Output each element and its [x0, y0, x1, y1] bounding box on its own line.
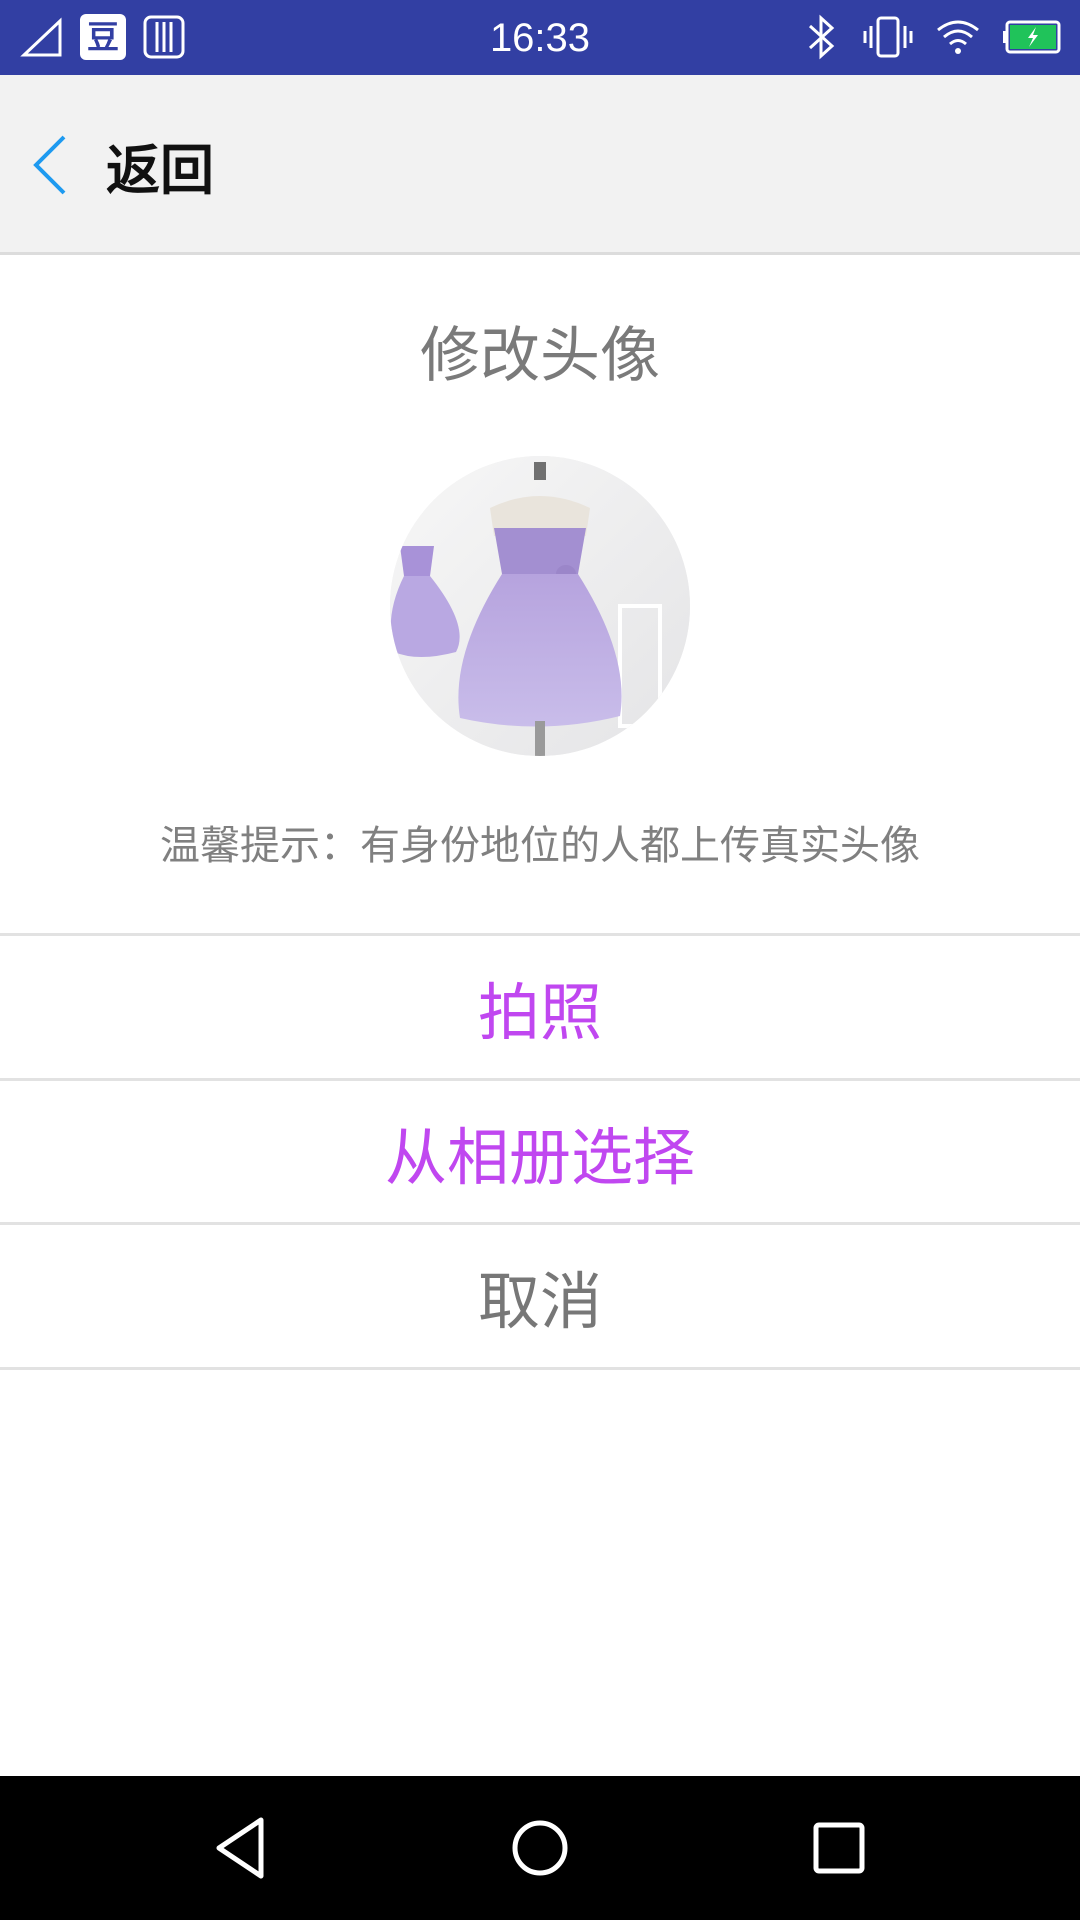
take-photo-button[interactable]: 拍照: [0, 933, 1080, 1078]
home-nav-icon[interactable]: [505, 1813, 575, 1883]
navigation-bar: [0, 1776, 1080, 1920]
choose-from-album-button[interactable]: 从相册选择: [0, 1078, 1080, 1223]
status-bar-right: [802, 12, 1062, 62]
recents-nav-icon[interactable]: [804, 1813, 874, 1883]
wifi-icon: [934, 16, 982, 58]
hint-text: 温馨提示：有身份地位的人都上传真实头像: [160, 823, 920, 869]
avatar[interactable]: [390, 456, 690, 756]
back-label: 返回: [106, 138, 214, 202]
screen: 豆 16:33 返回 修改头像 温馨提示：有身份地位的人都上传真实头像 拍照 从…: [0, 0, 1080, 1920]
chevron-left-icon: [30, 133, 70, 197]
page-title: 修改头像: [420, 321, 660, 391]
cancel-button[interactable]: 取消: [0, 1222, 1080, 1370]
header-bar: 返回: [0, 75, 1080, 255]
back-button[interactable]: 返回: [30, 120, 214, 210]
bluetooth-icon: [802, 14, 842, 60]
back-nav-icon[interactable]: [206, 1813, 276, 1883]
status-bar: 豆 16:33: [0, 0, 1080, 75]
avatar-image: [390, 456, 690, 756]
vibrate-icon: [862, 14, 914, 60]
battery-charging-icon: [1002, 19, 1062, 55]
